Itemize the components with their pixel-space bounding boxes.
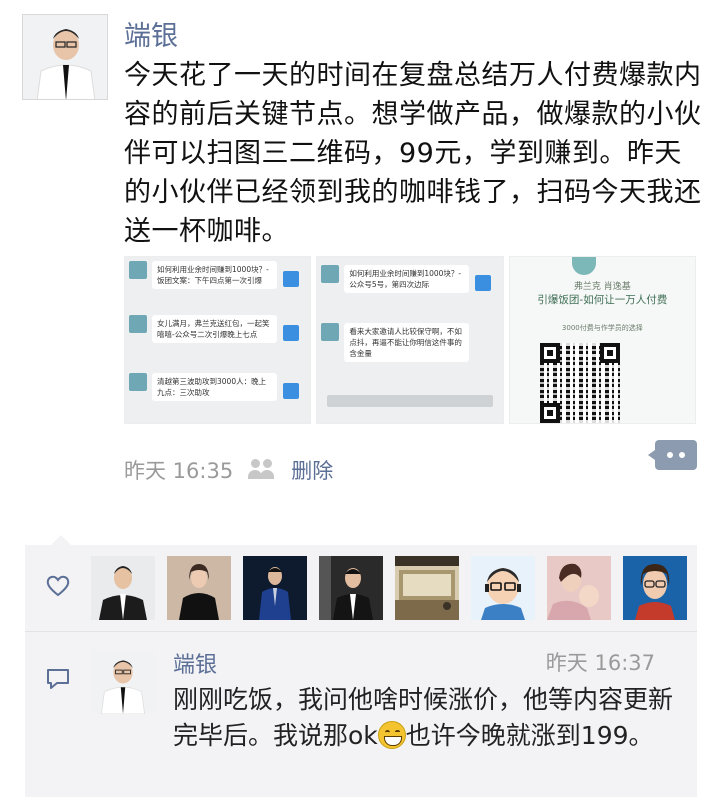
liker-avatar[interactable] (243, 556, 307, 620)
file-icon (283, 271, 299, 287)
share-subtitle: 3000付费与作学员的选择 (561, 324, 643, 332)
comment-author-name[interactable]: 端银 (173, 647, 217, 679)
liker-avatar[interactable] (623, 556, 687, 620)
share-avatar-icon (571, 257, 596, 275)
share-title: 引爆饭团-如何让一万人付费 (537, 294, 668, 306)
visibility-group-icon (247, 459, 277, 481)
heart-icon (46, 575, 70, 597)
chat-avatar-icon (129, 315, 147, 333)
comment-author-avatar[interactable] (91, 650, 155, 714)
likes-section (25, 535, 697, 631)
more-dots-icon[interactable] (648, 440, 697, 470)
delete-button[interactable]: 删除 (291, 455, 333, 485)
post-image-chat-1[interactable]: 如何利用业余时间赚到1000块？-饭团文案：下午四点第一次引爆 女儿满月，弗兰克… (124, 256, 312, 424)
moment-post: 端银 今天花了一天的时间在复盘总结万人付费爆款内容的前后关键节点。想学做产品，做… (0, 0, 717, 540)
file-icon (283, 325, 299, 341)
liker-avatar[interactable] (547, 556, 611, 620)
author-avatar[interactable] (22, 14, 108, 100)
chat-message: 看来大家邀请人比较保守啊，不如点抖，再逼不能让你明信这件事的含金量 (321, 323, 470, 362)
post-image-qr-share[interactable]: 弗兰克 肖逸基 引爆饭团-如何让一万人付费 3000付费与作学员的选择 (508, 256, 696, 424)
share-name: 弗兰克 肖逸基 (573, 282, 631, 292)
liker-avatar[interactable] (91, 556, 155, 620)
system-message-bar (327, 395, 493, 407)
chat-avatar-icon (321, 265, 340, 283)
qr-code-icon (539, 343, 620, 423)
chat-message: 女儿满月，弗兰克送红包，一起笑嘻嘻-公众号二次引爆晚上七点 (129, 315, 299, 343)
file-icon (475, 275, 492, 291)
post-image-chat-2[interactable]: 如何利用业余时间赚到1000块？-公众号5号，第四次边际 看来大家邀请人比较保守… (316, 256, 504, 424)
liker-avatars (91, 556, 687, 620)
chat-avatar-icon (129, 373, 147, 391)
liker-avatar[interactable] (395, 556, 459, 620)
chat-message: 如何利用业余时间赚到1000块？-公众号5号，第四次边际 (321, 265, 492, 293)
man-portrait-icon (23, 15, 107, 99)
post-time: 昨天 16:35 (124, 459, 234, 483)
comment-text: 刚刚吃饭，我问他啥时候涨价，他等内容更新完毕后。我说那ok 也许今晚就涨到199。 (173, 685, 674, 750)
comment-time: 昨天 16:37 (545, 651, 655, 675)
man-portrait-icon (91, 650, 155, 714)
comment-item: 端银 昨天 16:37 刚刚吃饭，我问他啥时候涨价，他等内容更新完毕后。我说那o… (25, 632, 697, 797)
liker-avatar[interactable] (471, 556, 535, 620)
liker-avatar[interactable] (167, 556, 231, 620)
comment-icon (47, 669, 69, 689)
chat-avatar-icon (129, 261, 147, 279)
chat-message: 清越第三波助攻到3000人：晚上九点：三次助攻 (129, 373, 299, 401)
post-meta: 昨天 16:35 删除 (124, 455, 333, 485)
grin-emoji-icon (377, 721, 406, 749)
file-icon (283, 383, 299, 399)
post-text: 今天花了一天的时间在复盘总结万人付费爆款内容的前后关键节点。想学做产品，做爆款的… (124, 60, 702, 247)
post-images: 如何利用业余时间赚到1000块？-饭团文案：下午四点第一次引爆 女儿满月，弗兰克… (124, 256, 696, 424)
post-author-name[interactable]: 端银 (124, 14, 178, 53)
chat-message: 如何利用业余时间赚到1000块？-饭团文案：下午四点第一次引爆 (129, 261, 299, 289)
chat-avatar-icon (321, 323, 340, 341)
liker-avatar[interactable] (319, 556, 383, 620)
